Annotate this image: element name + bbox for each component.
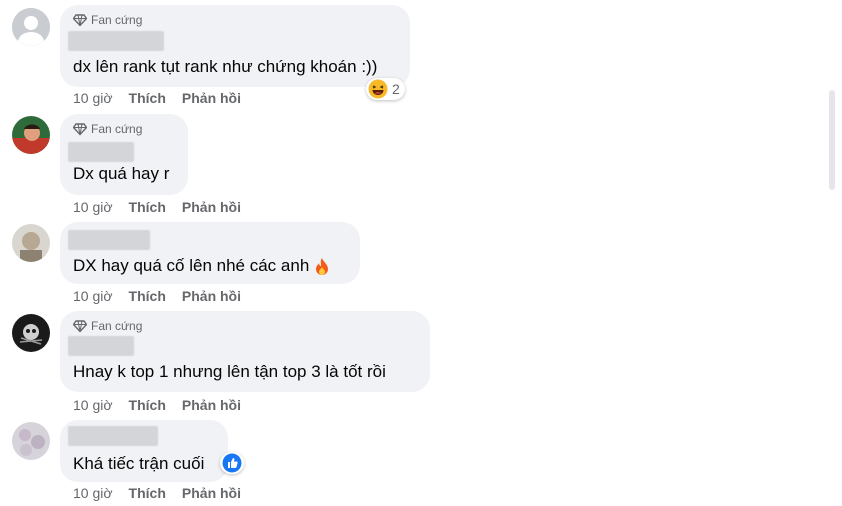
diamond-icon bbox=[73, 320, 87, 333]
comment-bubble: Khá tiếc trận cuối bbox=[60, 420, 228, 482]
badge-label: Fan cứng bbox=[91, 122, 143, 136]
avatar[interactable] bbox=[12, 116, 50, 154]
fire-emoji-icon bbox=[316, 257, 329, 275]
reply-button[interactable]: Phản hồi bbox=[182, 288, 241, 304]
scrollbar[interactable] bbox=[829, 90, 835, 190]
reply-button[interactable]: Phản hồi bbox=[182, 199, 241, 215]
timestamp[interactable]: 10 giờ bbox=[73, 485, 113, 501]
like-button[interactable]: Thích bbox=[129, 199, 166, 215]
reaction-count[interactable]: 2 bbox=[366, 78, 405, 100]
timestamp[interactable]: 10 giờ bbox=[73, 397, 113, 413]
badge-label: Fan cứng bbox=[91, 319, 143, 333]
like-button[interactable]: Thích bbox=[129, 288, 166, 304]
avatar[interactable] bbox=[12, 8, 50, 46]
comment-bubble: Fan cứng dx lên rank tụt rank như chứng … bbox=[60, 5, 410, 87]
like-button[interactable]: Thích bbox=[129, 397, 166, 413]
comment-bubble: Fan cứng Hnay k top 1 nhưng lên tận top … bbox=[60, 311, 430, 392]
avatar[interactable] bbox=[12, 422, 50, 460]
comment-text: dx lên rank tụt rank như chứng khoán :)) bbox=[73, 57, 378, 76]
like-button[interactable]: Thích bbox=[129, 485, 166, 501]
blurred-author-name[interactable] bbox=[68, 336, 134, 356]
like-button[interactable]: Thích bbox=[129, 90, 166, 106]
comment-bubble: Fan cứng Dx quá hay r bbox=[60, 114, 188, 195]
fan-badge: Fan cứng bbox=[73, 13, 142, 27]
timestamp[interactable]: 10 giờ bbox=[73, 90, 113, 106]
timestamp[interactable]: 10 giờ bbox=[73, 288, 113, 304]
reply-button[interactable]: Phản hồi bbox=[182, 485, 241, 501]
comment-bubble: DX hay quá cố lên nhé các anh bbox=[60, 222, 360, 284]
like-reaction[interactable] bbox=[220, 452, 244, 474]
diamond-icon bbox=[73, 123, 87, 136]
timestamp[interactable]: 10 giờ bbox=[73, 199, 113, 215]
comment-text: Khá tiếc trận cuối bbox=[73, 454, 205, 473]
comment-text: Dx quá hay r bbox=[73, 164, 170, 183]
reaction-number: 2 bbox=[392, 81, 400, 97]
blurred-author-name[interactable] bbox=[68, 426, 158, 446]
avatar[interactable] bbox=[12, 314, 50, 352]
reply-button[interactable]: Phản hồi bbox=[182, 397, 241, 413]
comment-text-content: DX hay quá cố lên nhé các anh bbox=[73, 256, 310, 275]
comment-actions: 10 giờ Thích Phản hồi bbox=[73, 485, 241, 501]
comment-actions: 10 giờ Thích Phản hồi bbox=[73, 288, 241, 304]
avatar[interactable] bbox=[12, 224, 50, 262]
comment-actions: 10 giờ Thích Phản hồi bbox=[73, 90, 241, 106]
blurred-author-name[interactable] bbox=[68, 31, 164, 51]
comment-text: DX hay quá cố lên nhé các anh bbox=[73, 256, 331, 277]
blurred-author-name[interactable] bbox=[68, 230, 150, 250]
laughing-emoji-icon bbox=[368, 79, 388, 99]
diamond-icon bbox=[73, 14, 87, 27]
thumbs-up-icon bbox=[222, 453, 242, 473]
blurred-author-name[interactable] bbox=[68, 142, 134, 162]
badge-label: Fan cứng bbox=[91, 13, 143, 27]
reply-button[interactable]: Phản hồi bbox=[182, 90, 241, 106]
fan-badge: Fan cứng bbox=[73, 319, 142, 333]
comment-actions: 10 giờ Thích Phản hồi bbox=[73, 199, 241, 215]
fan-badge: Fan cứng bbox=[73, 122, 142, 136]
comment-actions: 10 giờ Thích Phản hồi bbox=[73, 397, 241, 413]
comment-text: Hnay k top 1 nhưng lên tận top 3 là tốt … bbox=[73, 362, 386, 381]
